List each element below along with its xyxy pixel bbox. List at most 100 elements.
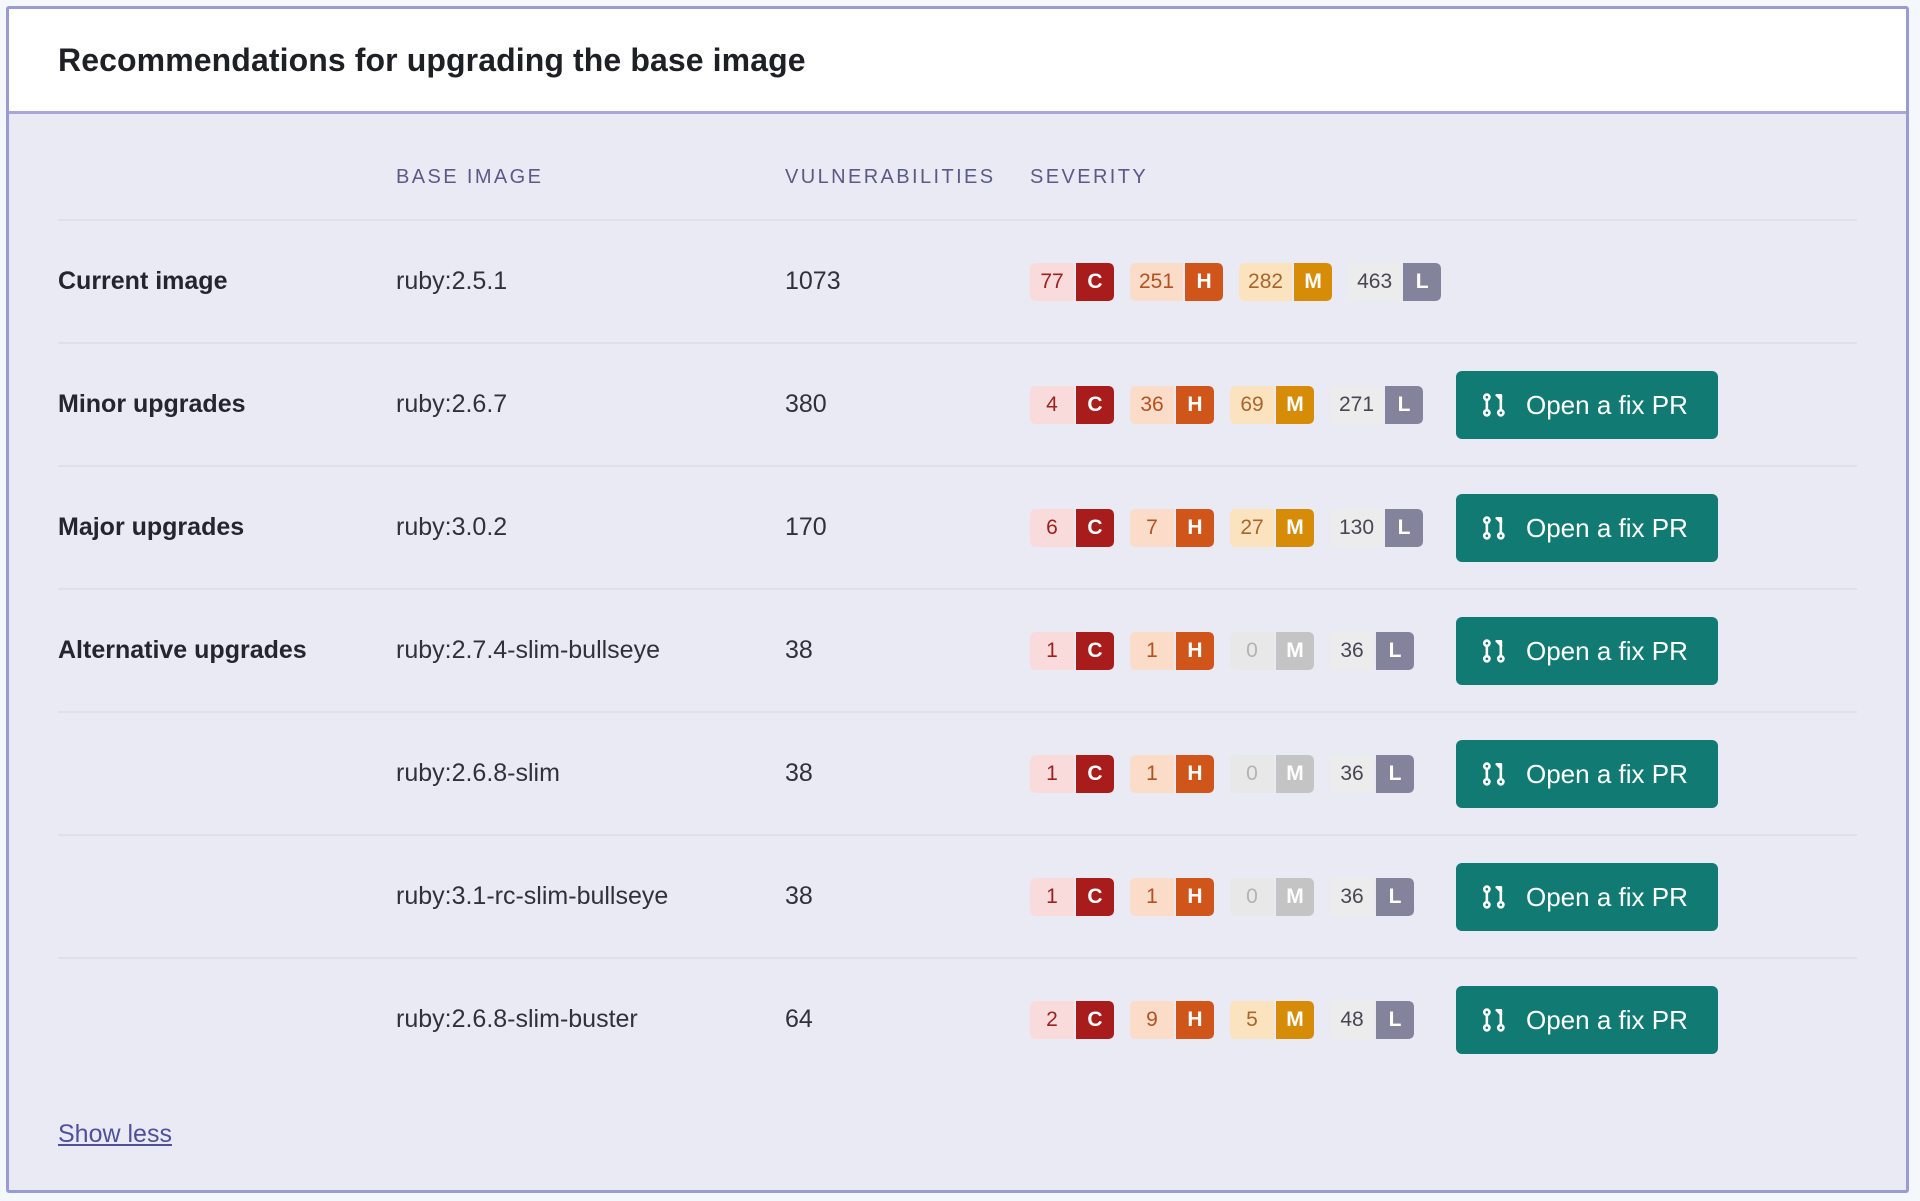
row-vulnerability-count: 38 <box>785 882 813 910</box>
severity-badge-critical: 6C <box>1030 508 1114 547</box>
base-image-recommendations-table: BASE IMAGE VULNERABILITIES SEVERITY Curr… <box>9 114 1906 1080</box>
row-severity: 1 C 1 H 0 M 36 L <box>1030 754 1456 793</box>
severity-count-critical: 77 <box>1030 262 1074 301</box>
severity-badge-medium: 0M <box>1230 631 1314 670</box>
severity-letter-critical: C <box>1076 262 1114 301</box>
severity-badge-group: 4 C 36 H 69 M 271 L <box>1030 385 1456 424</box>
severity-letter-critical: C <box>1076 508 1114 547</box>
severity-badge-group: 1 C 1 H 0 M 36 L <box>1030 754 1456 793</box>
severity-badge-critical: 1C <box>1030 631 1114 670</box>
severity-badge-group: 1 C 1 H 0 M 36 L <box>1030 631 1456 670</box>
open-fix-pr-label: Open a fix PR <box>1526 389 1688 420</box>
severity-letter-low: L <box>1376 754 1414 793</box>
panel-footer: Show less <box>9 1080 1906 1149</box>
severity-badge-medium: 0M <box>1230 754 1314 793</box>
severity-count-medium: 0 <box>1230 631 1274 670</box>
severity-letter-medium: M <box>1276 877 1314 916</box>
severity-badge-high: 36 H <box>1130 385 1214 424</box>
row-action: Open a fix PR <box>1456 862 1857 931</box>
severity-count-critical: 4 <box>1030 385 1074 424</box>
table-header-row: BASE IMAGE VULNERABILITIES SEVERITY <box>58 114 1857 219</box>
row-severity: 2 C 9 H 5 M 48 L <box>1030 1000 1456 1039</box>
severity-badge-high: 251 H <box>1130 262 1224 301</box>
open-fix-pr-label: Open a fix PR <box>1526 512 1688 543</box>
severity-badge-high: 7H <box>1130 508 1214 547</box>
severity-count-low: 48 <box>1330 1000 1374 1039</box>
row-severity: 77 C 251 H 282 M 463 L <box>1030 262 1456 301</box>
open-fix-pr-button[interactable]: Open a fix PR <box>1456 616 1718 685</box>
row-category: Minor upgrades <box>58 390 246 418</box>
severity-count-high: 1 <box>1130 754 1174 793</box>
severity-letter-critical: C <box>1076 754 1114 793</box>
severity-badge-critical: 1C <box>1030 754 1114 793</box>
pull-request-icon <box>1481 1007 1507 1033</box>
severity-letter-medium: M <box>1276 508 1314 547</box>
open-fix-pr-button[interactable]: Open a fix PR <box>1456 985 1718 1054</box>
severity-count-low: 36 <box>1330 877 1374 916</box>
severity-count-medium: 0 <box>1230 754 1274 793</box>
column-header-severity: SEVERITY <box>1030 166 1149 188</box>
severity-letter-high: H <box>1176 877 1214 916</box>
severity-letter-high: H <box>1176 1000 1214 1039</box>
severity-letter-low: L <box>1385 385 1424 424</box>
severity-letter-low: L <box>1376 1000 1414 1039</box>
severity-badge-high: 1H <box>1130 754 1214 793</box>
severity-badge-group: 1 C 1 H 0 M 36 L <box>1030 877 1456 916</box>
severity-badge-high: 9H <box>1130 1000 1214 1039</box>
row-vulnerability-count: 380 <box>785 390 827 418</box>
severity-count-low: 463 <box>1348 262 1402 301</box>
severity-count-high: 1 <box>1130 631 1174 670</box>
severity-badge-low: 130 L <box>1330 508 1424 547</box>
row-action: Open a fix PR <box>1456 616 1857 685</box>
severity-letter-low: L <box>1376 877 1414 916</box>
severity-letter-low: L <box>1385 508 1424 547</box>
open-fix-pr-label: Open a fix PR <box>1526 635 1688 666</box>
row-base-image: ruby:2.7.4-slim-bullseye <box>396 636 660 664</box>
show-less-link[interactable]: Show less <box>58 1120 172 1149</box>
severity-letter-medium: M <box>1276 631 1314 670</box>
severity-badge-critical: 4C <box>1030 385 1114 424</box>
row-category: Current image <box>58 267 228 295</box>
row-vulnerability-count: 38 <box>785 759 813 787</box>
page-title: Recommendations for upgrading the base i… <box>58 41 806 78</box>
row-action: Open a fix PR <box>1456 370 1857 439</box>
panel-header: Recommendations for upgrading the base i… <box>9 9 1906 114</box>
pull-request-icon <box>1481 884 1507 910</box>
row-severity: 6 C 7 H 27 M 130 L <box>1030 508 1456 547</box>
severity-badge-critical: 77 C <box>1030 262 1114 301</box>
severity-count-medium: 27 <box>1230 508 1274 547</box>
severity-count-medium: 5 <box>1230 1000 1274 1039</box>
severity-count-critical: 1 <box>1030 877 1074 916</box>
severity-count-high: 7 <box>1130 508 1174 547</box>
row-base-image: ruby:2.5.1 <box>396 267 508 295</box>
row-vulnerability-count: 38 <box>785 636 813 664</box>
severity-badge-medium: 27 M <box>1230 508 1314 547</box>
severity-letter-high: H <box>1176 508 1214 547</box>
severity-letter-critical: C <box>1076 877 1114 916</box>
severity-count-high: 36 <box>1130 385 1174 424</box>
severity-letter-high: H <box>1176 631 1214 670</box>
severity-badge-critical: 2C <box>1030 1000 1114 1039</box>
row-vulnerability-count: 170 <box>785 513 827 541</box>
open-fix-pr-button[interactable]: Open a fix PR <box>1456 862 1718 931</box>
row-base-image: ruby:2.6.8-slim <box>396 759 560 787</box>
row-vulnerability-count: 1073 <box>785 267 841 295</box>
recommendations-panel: Recommendations for upgrading the base i… <box>6 6 1909 1193</box>
severity-count-medium: 282 <box>1239 262 1293 301</box>
severity-badge-high: 1H <box>1130 877 1214 916</box>
row-severity: 1 C 1 H 0 M 36 L <box>1030 631 1456 670</box>
row-base-image: ruby:3.1-rc-slim-bullseye <box>396 882 669 910</box>
severity-badge-low: 36 L <box>1330 877 1414 916</box>
row-base-image: ruby:3.0.2 <box>396 513 508 541</box>
severity-badge-critical: 1C <box>1030 877 1114 916</box>
row-base-image: ruby:2.6.8-slim-buster <box>396 1005 638 1033</box>
row-action: Open a fix PR <box>1456 493 1857 562</box>
open-fix-pr-button[interactable]: Open a fix PR <box>1456 739 1718 808</box>
row-vulnerability-count: 64 <box>785 1005 813 1033</box>
open-fix-pr-button[interactable]: Open a fix PR <box>1456 493 1718 562</box>
open-fix-pr-button[interactable]: Open a fix PR <box>1456 370 1718 439</box>
severity-count-low: 36 <box>1330 631 1374 670</box>
severity-badge-low: 48 L <box>1330 1000 1414 1039</box>
pull-request-icon <box>1481 392 1507 418</box>
severity-badge-high: 1H <box>1130 631 1214 670</box>
